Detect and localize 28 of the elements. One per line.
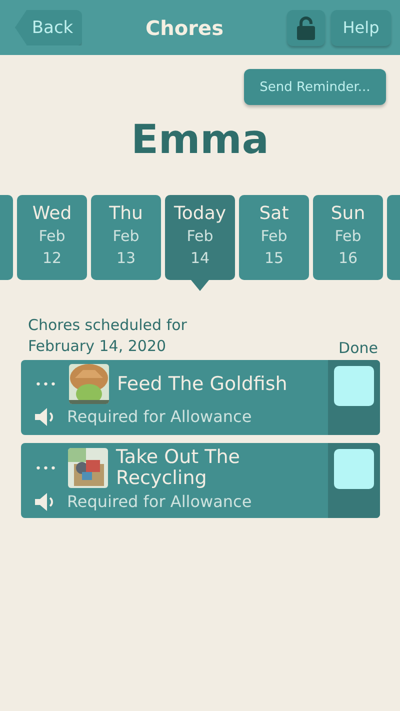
chore-note: Required for Allowance (67, 492, 252, 511)
done-checkbox[interactable] (334, 449, 374, 489)
day-card[interactable] (387, 195, 400, 280)
schedule-date: February 14, 2020 (28, 336, 168, 357)
screen-title: Chores (144, 16, 224, 40)
lock-button[interactable] (287, 10, 325, 46)
done-checkbox[interactable] (334, 366, 374, 406)
send-reminder-button[interactable]: Send Reminder... (244, 69, 386, 105)
chore-title: Feed The Goldfish (117, 374, 288, 394)
padlock-icon (297, 16, 315, 40)
child-name: Emma (130, 117, 270, 165)
day-card[interactable]: Sat Feb 15 (239, 195, 309, 280)
selection-pointer (191, 280, 209, 291)
day-card[interactable]: Wed Feb 12 (17, 195, 87, 280)
day-card[interactable] (0, 195, 13, 280)
chore-card[interactable]: ••• Feed The Goldfish Required for Allowance (21, 360, 380, 435)
chore-card[interactable]: ••• Take Out The Recycling Required for Allowance (21, 443, 380, 518)
day-card[interactable]: Sun Feb 16 (313, 195, 383, 280)
done-column-label: Done (338, 339, 378, 357)
more-options-button[interactable]: ••• (35, 462, 60, 474)
help-button[interactable]: Help (331, 10, 391, 46)
day-card[interactable]: Today Feb 14 (165, 195, 235, 280)
day-card[interactable]: Thu Feb 13 (91, 195, 161, 280)
more-options-button[interactable]: ••• (35, 378, 61, 390)
back-button[interactable]: Back (15, 10, 82, 46)
schedule-heading: Chores scheduled for (28, 315, 187, 336)
chore-note: Required for Allowance (67, 407, 252, 426)
chore-title: Take Out The Recycling (116, 447, 241, 489)
